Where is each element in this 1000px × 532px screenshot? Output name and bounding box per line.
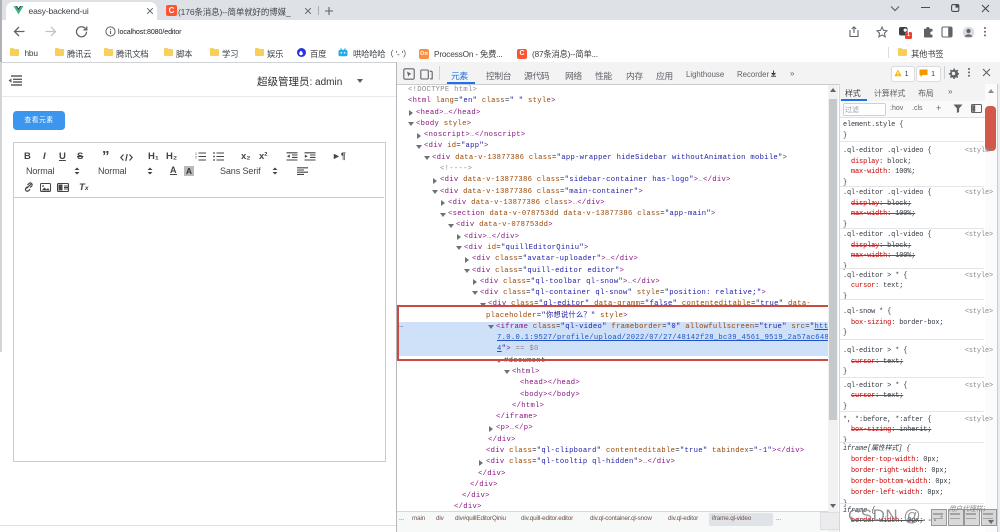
svg-text:2: 2 <box>195 155 197 159</box>
